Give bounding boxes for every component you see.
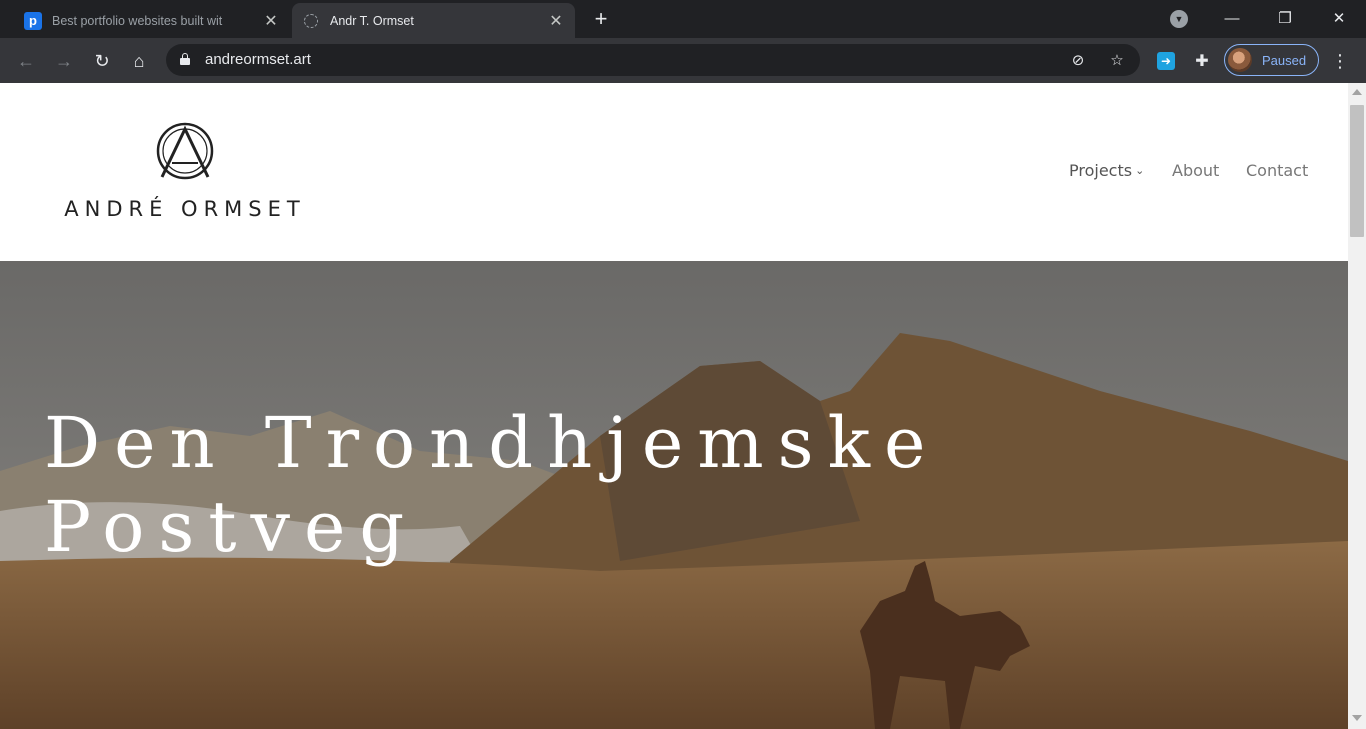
ao-monogram-icon: [156, 122, 214, 180]
restore-icon[interactable]: ❐: [1270, 6, 1300, 30]
scroll-down-arrow-icon[interactable]: [1352, 715, 1362, 721]
menu-dots-icon[interactable]: ⋮: [1330, 50, 1350, 72]
new-tab-button[interactable]: +: [588, 6, 614, 32]
page-viewport: ANDRÉ ORMSET Projects ⌄ About Contact De…: [0, 83, 1366, 729]
tab-portfolio-websites[interactable]: p Best portfolio websites built wit ✕: [14, 3, 290, 38]
share-extension-icon[interactable]: ➜: [1157, 52, 1175, 70]
chevron-down-icon: ⌄: [1135, 164, 1145, 177]
tab-andre-ormset[interactable]: Andr T. Ormset ✕: [292, 3, 575, 38]
hero-banner: Den Trondhjemske Postveg: [0, 261, 1348, 729]
nav-projects-label: Projects: [1069, 161, 1133, 180]
url-text[interactable]: andreormset.art: [205, 51, 311, 68]
site-header: ANDRÉ ORMSET Projects ⌄ About Contact: [0, 83, 1348, 261]
back-arrow-icon[interactable]: ←: [13, 48, 39, 74]
close-icon[interactable]: ✕: [547, 12, 565, 30]
page-scrollbar[interactable]: [1348, 83, 1366, 729]
avatar: [1228, 48, 1252, 72]
tab-title: Best portfolio websites built wit: [52, 13, 223, 28]
profile-status: Paused: [1262, 52, 1307, 68]
site-logo[interactable]: ANDRÉ ORMSET: [40, 111, 330, 241]
hero-title: Den Trondhjemske Postveg: [44, 402, 940, 568]
browser-toolbar: ← → ↻ ⌂ andreormset.art ⊘ ☆ ➜ ✚ Paused ⋮: [0, 38, 1366, 83]
star-icon[interactable]: ☆: [1107, 50, 1127, 70]
nav-projects[interactable]: Projects ⌄: [1069, 161, 1144, 180]
window-close-icon[interactable]: ✕: [1324, 6, 1354, 30]
eye-slash-icon[interactable]: ⊘: [1068, 50, 1088, 70]
close-icon[interactable]: ✕: [262, 12, 280, 30]
ao-logo-icon: [302, 12, 320, 30]
profile-button[interactable]: Paused: [1224, 44, 1319, 76]
tab-title: Andr T. Ormset: [330, 13, 414, 28]
address-bar[interactable]: andreormset.art ⊘ ☆: [166, 44, 1140, 76]
nav-contact[interactable]: Contact: [1246, 161, 1308, 180]
tab-strip: p Best portfolio websites built wit ✕ An…: [0, 0, 1366, 38]
forward-arrow-icon[interactable]: →: [51, 48, 77, 74]
puzzle-extensions-icon[interactable]: ✚: [1191, 50, 1213, 72]
tab-search-icon[interactable]: ▼: [1170, 10, 1188, 28]
nav-about[interactable]: About: [1172, 161, 1219, 180]
minimize-icon[interactable]: —: [1217, 6, 1247, 30]
home-icon[interactable]: ⌂: [126, 48, 152, 74]
logo-text: ANDRÉ ORMSET: [64, 197, 306, 221]
reload-icon[interactable]: ↻: [89, 48, 115, 74]
scrollbar-thumb[interactable]: [1350, 105, 1364, 237]
scroll-up-arrow-icon[interactable]: [1352, 89, 1362, 95]
p-icon: p: [24, 11, 42, 30]
lock-icon[interactable]: [180, 53, 190, 65]
